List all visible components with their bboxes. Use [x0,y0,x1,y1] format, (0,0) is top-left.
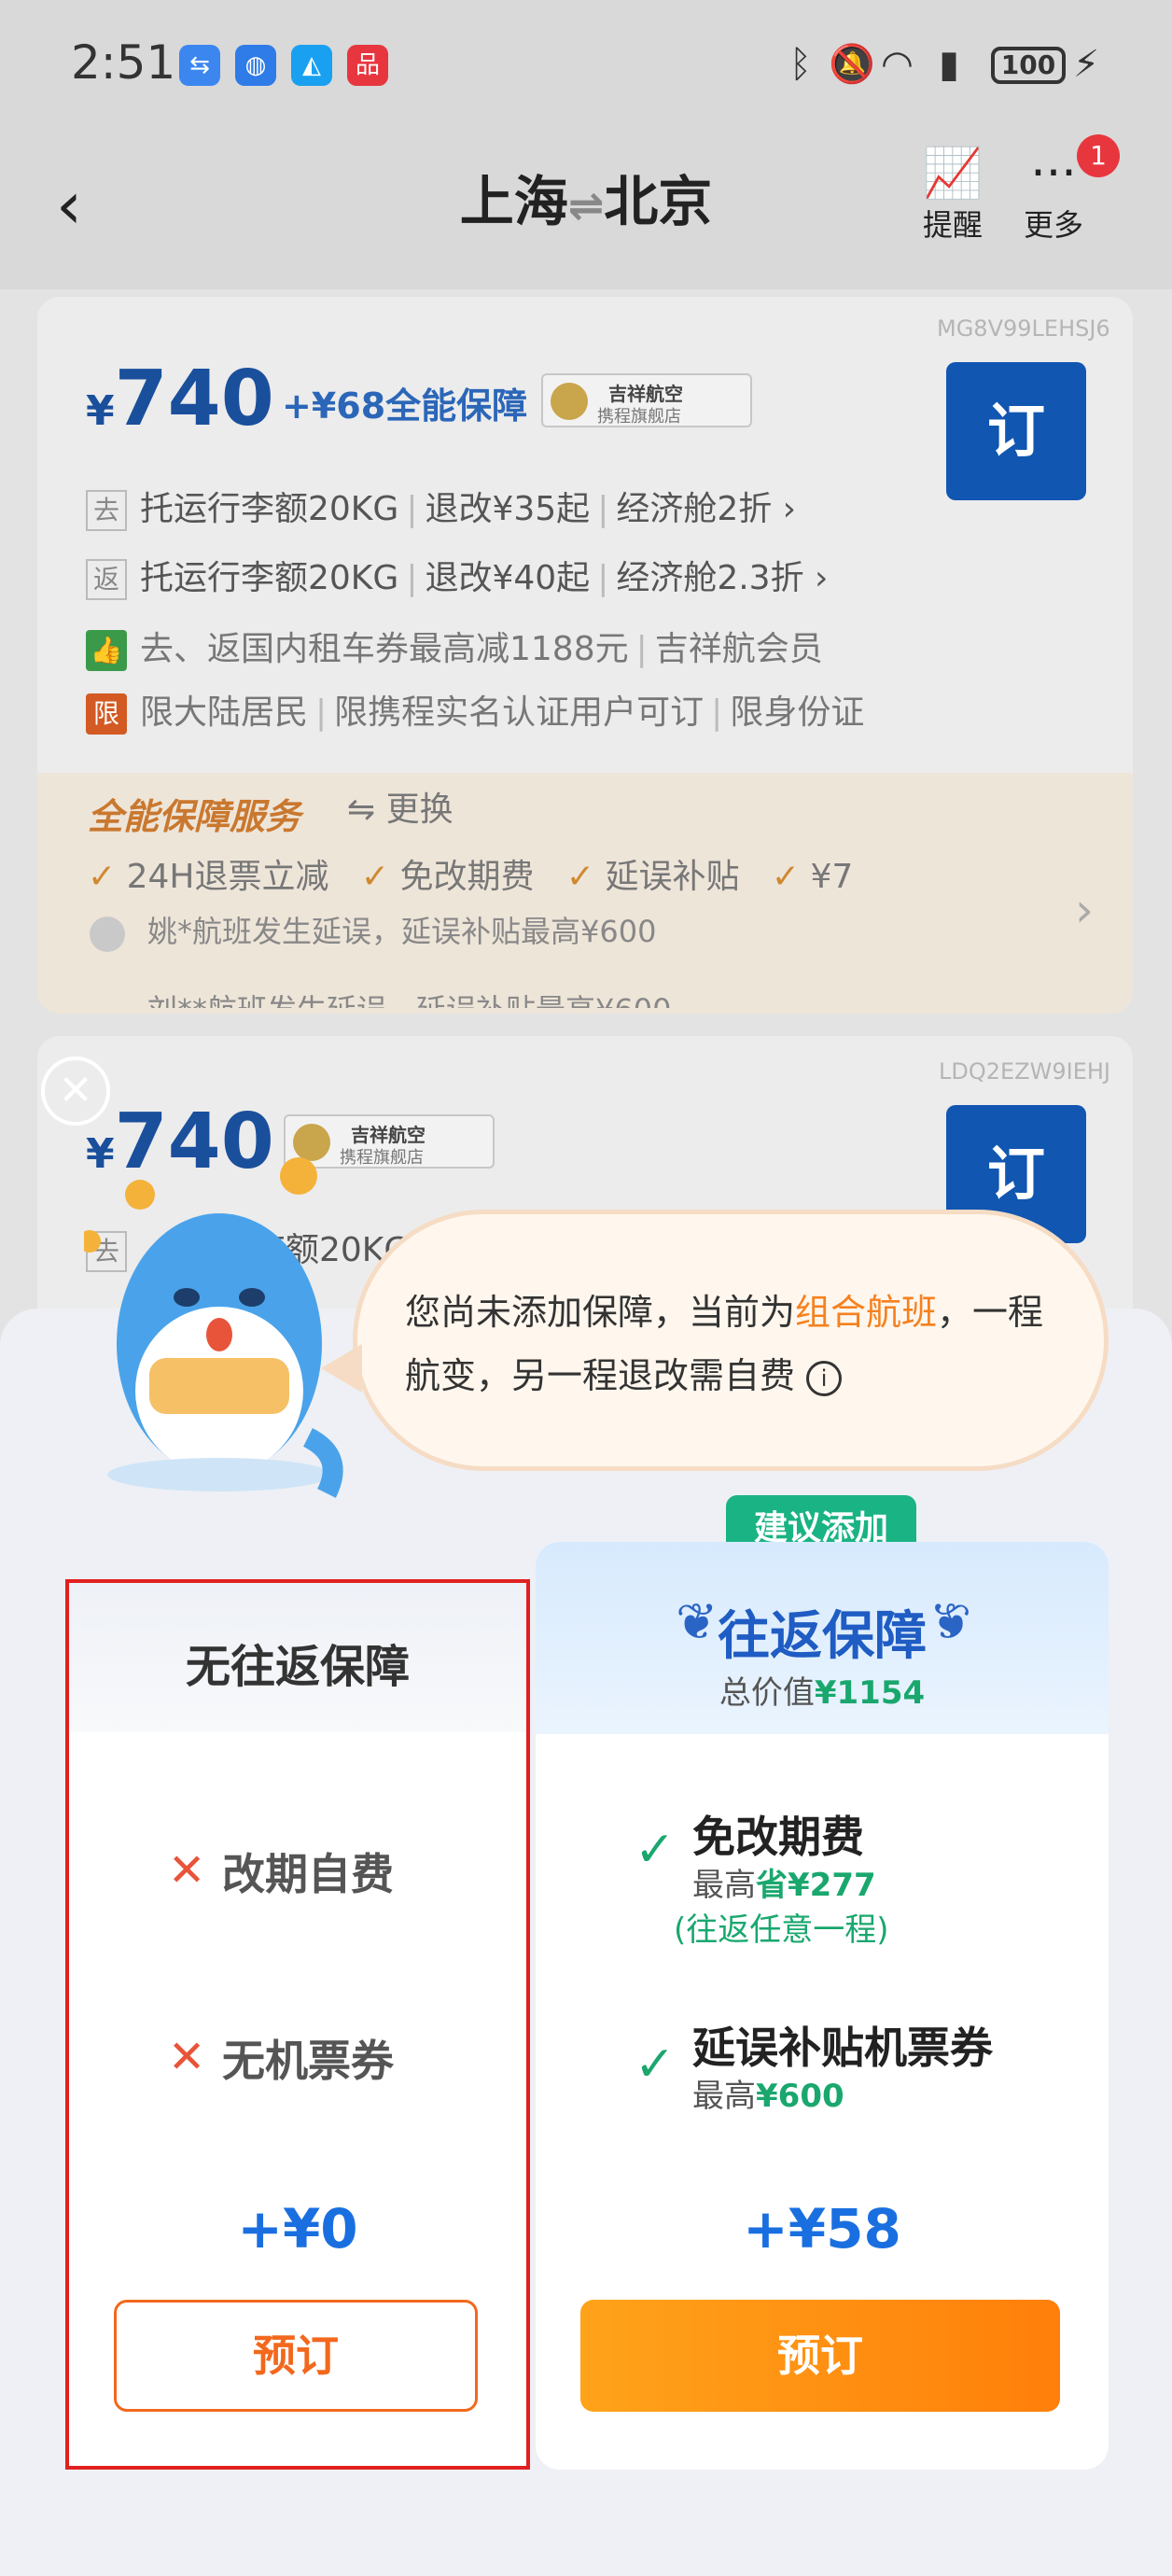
juneyao-logo-icon [551,383,588,420]
remind-button[interactable]: 📈 提醒 [911,146,995,248]
wifi-icon: ◠ [881,43,914,86]
change-service-button[interactable]: ⇋ 更换 [347,788,453,833]
juneyao-logo-icon [293,1124,330,1161]
red-app-icon: 品 [347,45,388,86]
outbound-row[interactable]: 去托运行李额20KG | 退改¥35起 | 经济舱2折 › [86,487,796,532]
limit-row: 限限大陆居民 | 限携程实名认证用户可订 | 限身份证 [86,691,864,735]
chevron-right-icon[interactable]: › [1075,883,1094,937]
status-time: 2:51 [71,35,176,90]
no-protection-price: +¥0 [237,2197,358,2261]
bubble-text: 您尚未添加保障，当前为组合航班，一程航变，另一程退改需自费 i [405,1292,1044,1396]
globe-icon: ◍ [235,45,276,86]
product-code: MG8V99LEHSJ6 [937,315,1110,342]
round-trip-protection-title: 往返保障 [718,1606,927,1667]
charging-icon: ⚡ [1073,43,1100,86]
no-protection-item: 改期自费 [222,1849,394,1899]
cross-icon: ✕ [168,2031,206,2083]
book-with-protection-button[interactable]: 预订 [580,2300,1060,2412]
promo-row: 👍 去、返国内租车券最高减1188元 | 吉祥航会员 [86,627,823,672]
airline-store-badge: 吉祥航空 携程旗舰店 [541,373,752,427]
benefit-sub: 最高省¥277 [692,1867,876,1904]
battery-icon: 100 [991,47,1066,84]
close-button[interactable]: ✕ [41,1057,110,1126]
thumbs-up-icon: 👍 [86,630,127,671]
benefit-sub: 最高¥600 [692,2078,844,2115]
check-icon: ✓ [635,1822,676,1878]
mute-bell-icon: 🔕 [829,43,875,86]
laurel-right-icon: ❦ [929,1592,972,1651]
cross-icon: ✕ [168,1844,206,1897]
check-icon: ✓ [635,2037,676,2093]
bluetooth-icon: ᛒ [789,43,812,86]
benefit-title: 延误补贴机票券 [692,2023,993,2073]
benefit-title: 免改期费 [692,1812,864,1862]
product-code-2: LDQ2EZW9IEHJ [939,1058,1110,1085]
no-protection-item: 无机票券 [222,2036,394,2086]
service-items: ✓ 24H退票立减 ✓ 免改期费 ✓ 延误补贴 ✓ ¥7 [88,858,854,896]
no-protection-title: 无往返保障 [185,1641,410,1693]
notification-badge: 1 [1077,134,1120,177]
return-row[interactable]: 返托运行李额20KG | 退改¥40起 | 经济舱2.3折 › [86,556,828,601]
user-avatar-icon [90,917,125,952]
order-button[interactable]: 订 [946,362,1086,500]
insurance-addon: +¥68全能保障 [282,385,528,427]
total-value: 总价值¥1154 [719,1674,926,1712]
usb-icon: ⇆ [179,45,220,86]
page-title: 上海⇌北京 [459,170,713,233]
benefit-note: (往返任意一程) [674,1911,889,1949]
ticker-line: 姚*航班发生延误，延误补贴最高¥600 [147,914,657,946]
app-triangle-icon: ◭ [291,45,332,86]
info-icon[interactable]: i [806,1360,843,1396]
ticker-line-2: 刘**航班发生延误，延误补贴最高¥600 [147,987,671,1008]
sim-icon: ▮ [939,43,960,86]
book-without-protection-button[interactable]: 预订 [114,2300,478,2412]
round-trip-protection-price: +¥58 [743,2197,901,2261]
chart-bell-icon: 📈 [922,146,984,202]
price: ¥740 [86,355,274,443]
service-title: 全能保障服务 [88,796,301,837]
dolphin-mascot-icon [84,1157,343,1498]
